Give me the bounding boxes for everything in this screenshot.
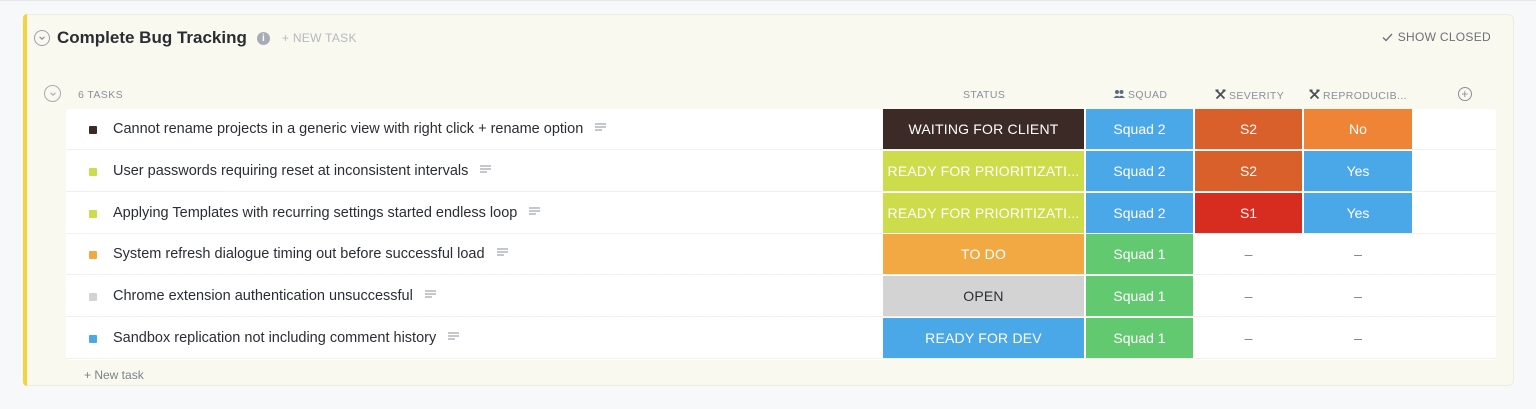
table-row[interactable]: Applying Templates with recurring settin… <box>66 192 1496 234</box>
reproducible-cell[interactable]: – <box>1304 276 1412 316</box>
table-row[interactable]: System refresh dialogue timing out befor… <box>66 234 1496 276</box>
show-closed-label: SHOW CLOSED <box>1397 30 1491 44</box>
table-row[interactable]: Sandbox replication not including commen… <box>66 318 1496 359</box>
task-name[interactable]: Applying Templates with recurring settin… <box>113 204 541 221</box>
chevron-down-icon <box>49 91 56 96</box>
task-name-text: System refresh dialogue timing out befor… <box>113 246 485 263</box>
description-icon <box>595 123 607 131</box>
column-header-squad[interactable]: SQUAD <box>1113 89 1167 101</box>
task-name[interactable]: Chrome extension authentication unsucces… <box>113 288 436 304</box>
severity-cell[interactable]: – <box>1195 318 1302 358</box>
table-row[interactable]: Chrome extension authentication unsucces… <box>66 276 1496 318</box>
task-name[interactable]: System refresh dialogue timing out befor… <box>113 246 508 262</box>
task-name[interactable]: Sandbox replication not including commen… <box>113 330 460 346</box>
reproducible-cell[interactable]: Yes <box>1304 192 1412 233</box>
tools-icon <box>1215 89 1226 100</box>
status-cell[interactable]: TO DO <box>883 234 1084 275</box>
task-name-text: Cannot rename projects in a generic view… <box>113 121 584 137</box>
severity-cell[interactable]: S2 <box>1195 150 1302 191</box>
list-header: Complete Bug Tracking i + NEW TASK SHOW … <box>34 26 1504 50</box>
task-status-dot <box>89 126 97 134</box>
description-icon <box>424 290 436 298</box>
column-header-squad-label: SQUAD <box>1128 89 1168 101</box>
task-status-dot <box>89 167 97 176</box>
status-cell[interactable]: READY FOR PRIORITIZATI... <box>883 192 1084 233</box>
info-icon[interactable]: i <box>256 31 270 45</box>
status-cell[interactable]: OPEN <box>883 276 1084 317</box>
task-status-dot <box>89 335 97 343</box>
column-header-severity[interactable]: SEVERITY <box>1215 89 1284 102</box>
tools-icon <box>1309 89 1320 100</box>
task-count: 6 TASKS <box>78 89 124 101</box>
table-row[interactable]: User passwords requiring reset at incons… <box>66 150 1496 192</box>
list-title: Complete Bug Tracking <box>57 28 247 47</box>
people-icon <box>1113 90 1125 98</box>
task-table: Cannot rename projects in a generic view… <box>66 109 1496 360</box>
column-header-status[interactable]: STATUS <box>963 89 1005 101</box>
squad-cell[interactable]: Squad 2 <box>1086 109 1193 149</box>
add-column-plus-icon[interactable]: + <box>1458 87 1472 101</box>
status-cell[interactable]: WAITING FOR CLIENT <box>883 109 1084 149</box>
task-name[interactable]: User passwords requiring reset at incons… <box>113 162 492 179</box>
squad-cell[interactable]: Squad 1 <box>1086 318 1193 358</box>
tasks-collapse-button[interactable] <box>44 85 61 102</box>
task-name-text: User passwords requiring reset at incons… <box>113 162 469 179</box>
table-row[interactable]: Cannot rename projects in a generic view… <box>66 109 1496 150</box>
squad-cell[interactable]: Squad 2 <box>1086 150 1193 191</box>
list-collapse-button[interactable] <box>34 30 50 46</box>
show-closed-button[interactable]: SHOW CLOSED <box>1382 30 1491 44</box>
check-icon <box>1382 33 1393 41</box>
description-icon <box>496 248 508 256</box>
description-icon <box>448 332 460 340</box>
new-task-button[interactable]: + New task <box>84 368 144 382</box>
squad-cell[interactable]: Squad 1 <box>1086 234 1193 275</box>
description-icon <box>480 165 492 173</box>
column-header-row: 6 TASKS STATUS SQUAD SEVERITY REPRODUCIB… <box>24 85 1513 105</box>
task-name-text: Applying Templates with recurring settin… <box>113 204 518 221</box>
task-name[interactable]: Cannot rename projects in a generic view… <box>113 121 607 137</box>
task-status-dot <box>89 209 97 218</box>
severity-cell[interactable]: – <box>1195 234 1302 274</box>
chevron-down-icon <box>39 36 45 40</box>
squad-cell[interactable]: Squad 1 <box>1086 276 1193 317</box>
reproducible-cell[interactable]: – <box>1304 318 1412 358</box>
reproducible-cell[interactable]: No <box>1304 109 1412 149</box>
task-list-card: Complete Bug Tracking i + NEW TASK SHOW … <box>23 14 1514 386</box>
task-status-dot <box>89 293 97 302</box>
task-name-text: Chrome extension authentication unsucces… <box>113 288 413 305</box>
severity-cell[interactable]: S1 <box>1195 192 1302 233</box>
new-task-header-button[interactable]: + NEW TASK <box>282 31 357 45</box>
task-status-dot <box>89 251 97 260</box>
task-name-text: Sandbox replication not including commen… <box>113 330 437 346</box>
reproducible-cell[interactable]: – <box>1304 234 1412 274</box>
list-accent-bar <box>23 14 27 386</box>
column-header-severity-label: SEVERITY <box>1229 90 1285 102</box>
status-cell[interactable]: READY FOR DEV <box>883 318 1084 358</box>
column-header-reproducible[interactable]: REPRODUCIB... <box>1309 89 1407 102</box>
description-icon <box>529 207 541 215</box>
reproducible-cell[interactable]: Yes <box>1304 150 1412 191</box>
app-frame: Complete Bug Tracking i + NEW TASK SHOW … <box>0 0 1536 409</box>
severity-cell[interactable]: – <box>1195 276 1302 316</box>
column-header-reproducible-label: REPRODUCIB... <box>1323 90 1407 102</box>
squad-cell[interactable]: Squad 2 <box>1086 192 1193 233</box>
status-cell[interactable]: READY FOR PRIORITIZATI... <box>883 150 1084 191</box>
severity-cell[interactable]: S2 <box>1195 109 1302 149</box>
